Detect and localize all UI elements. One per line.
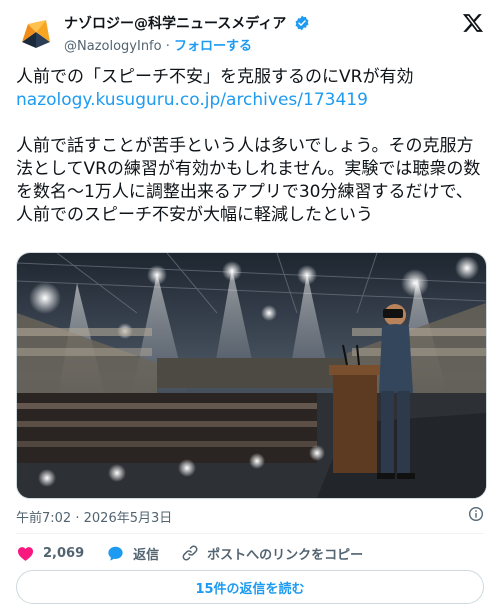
info-icon[interactable] (468, 506, 484, 522)
like-count: 2,069 (43, 545, 85, 561)
tweet-headline: 人前での「スピーチ不安」を克服するのにVRが有効 (16, 67, 414, 87)
action-bar: 2,069 返信 ポストへのリンクをコピー (16, 541, 385, 565)
author-name[interactable]: ナゾロジー@科学ニュースメディア (64, 13, 310, 33)
author-name-text[interactable]: ナゾロジー@科学ニュースメディア (64, 16, 286, 32)
copy-link-button[interactable]: ポストへのリンクをコピー (181, 544, 363, 563)
reply-button[interactable]: 返信 (106, 544, 159, 563)
post-date[interactable]: 2026年5月3日 (84, 511, 173, 526)
heart-icon (17, 546, 34, 561)
tweet-text: 人前での「スピーチ不安」を克服するのにVRが有効 nazology.kusugu… (16, 66, 486, 227)
x-logo-icon[interactable] (462, 12, 484, 34)
reply-bubble-icon (108, 546, 123, 561)
author-handle[interactable]: @NazologyInfo (64, 39, 162, 54)
tweet-body: 人前で話すことが苦手という人は多いでしょう。その克服方法としてVRの練習が有効か… (16, 136, 481, 225)
follow-button[interactable]: フォローする (174, 39, 252, 54)
read-replies-button[interactable]: 15件の返信を読む (16, 570, 484, 604)
read-replies-label: 15件の返信を読む (195, 581, 305, 597)
avatar[interactable] (16, 12, 56, 52)
handle-separator: · (165, 39, 170, 54)
divider (16, 533, 484, 534)
tweet-image[interactable] (16, 252, 487, 499)
link-icon (182, 545, 198, 561)
copy-link-label: ポストへのリンクをコピー (207, 547, 364, 563)
post-time[interactable]: 午前7:02 (16, 511, 71, 526)
verified-badge-icon (295, 15, 309, 31)
author-handle-row: @NazologyInfo · フォローする (64, 35, 252, 54)
timestamp[interactable]: 午前7:02 · 2026年5月3日 (16, 507, 172, 526)
time-separator: · (75, 511, 80, 526)
tweet-card: ナゾロジー@科学ニュースメディア @NazologyInfo · フォローする … (0, 0, 500, 616)
like-button[interactable]: 2,069 (16, 544, 84, 563)
reply-label: 返信 (133, 547, 160, 563)
article-link[interactable]: nazology.kusuguru.co.jp/archives/173419 (16, 89, 486, 112)
